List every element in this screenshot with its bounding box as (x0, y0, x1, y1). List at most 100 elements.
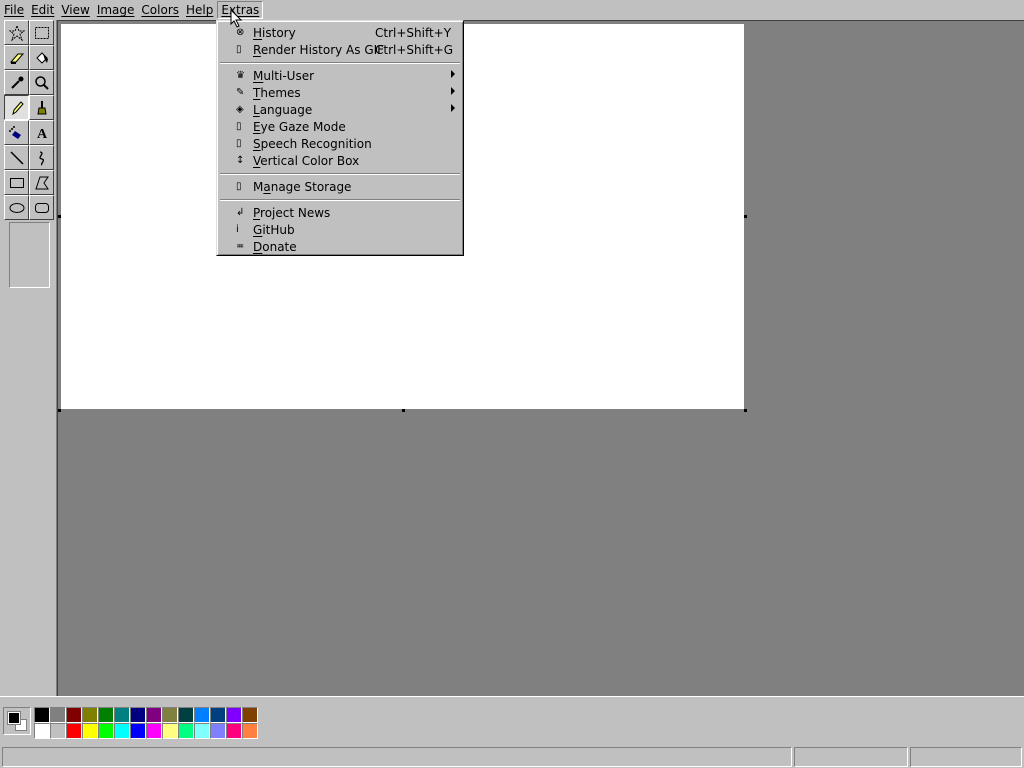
menu-help[interactable]: Help (183, 2, 216, 18)
curve-tool[interactable] (29, 145, 54, 170)
menu-image[interactable]: Image (94, 2, 138, 18)
color-swatch[interactable] (178, 707, 194, 723)
menu-item-label: Language (253, 102, 313, 117)
tool-options-box[interactable] (9, 222, 50, 288)
polygon-icon (34, 176, 49, 189)
resize-handle-right[interactable] (744, 215, 747, 218)
menu-item-language[interactable]: ◈ Language (219, 101, 461, 118)
brush-icon (36, 100, 47, 114)
eraser-icon (9, 53, 24, 64)
menu-edit[interactable]: Edit (28, 2, 57, 18)
color-swatch[interactable] (98, 707, 114, 723)
star-select-icon (8, 24, 25, 41)
polygon-tool[interactable] (29, 170, 54, 195)
menu-view[interactable]: View (58, 2, 92, 18)
menu-item-label: Themes (253, 85, 301, 100)
status-size (910, 747, 1022, 767)
menu-item-history[interactable]: ⊗ History Ctrl+Shift+Y (219, 24, 461, 41)
magnifier-tool[interactable] (29, 70, 54, 95)
ellipse-icon (9, 202, 24, 213)
menu-item-manage-storage[interactable]: ▯ Manage Storage (219, 178, 461, 195)
color-palette (34, 707, 258, 739)
menu-item-themes[interactable]: ✎ Themes (219, 84, 461, 101)
color-swatch[interactable] (146, 707, 162, 723)
rectangle-tool[interactable] (4, 170, 29, 195)
pencil-icon (11, 100, 24, 115)
mouse-cursor-icon (230, 9, 243, 28)
color-swatch[interactable] (50, 723, 66, 739)
color-swatch[interactable] (242, 723, 258, 739)
menu-item-label: Eye Gaze Mode (253, 119, 346, 134)
color-swatch[interactable] (194, 707, 210, 723)
airbrush-tool[interactable] (4, 120, 29, 145)
eye-icon: ▯ (236, 121, 242, 132)
color-swatch[interactable] (162, 723, 178, 739)
submenu-arrow-icon (451, 104, 455, 112)
text-tool[interactable]: A (29, 120, 54, 145)
status-text (2, 747, 792, 767)
color-swatch[interactable] (66, 723, 82, 739)
pick-color-tool[interactable] (4, 70, 29, 95)
vertical-arrows-icon: ↕ (236, 155, 245, 166)
menu-file[interactable]: File (1, 2, 27, 18)
svg-text:A: A (36, 127, 47, 141)
color-swatch[interactable] (242, 707, 258, 723)
menu-colors[interactable]: Colors (138, 2, 182, 18)
menu-item-project-news[interactable]: ↲ Project News (219, 204, 461, 221)
resize-handle-bottom[interactable] (402, 409, 405, 412)
fill-tool[interactable] (29, 45, 54, 70)
menu-item-multi-user[interactable]: ♛ Multi-User (219, 67, 461, 84)
status-position (794, 747, 908, 767)
color-swatch[interactable] (162, 707, 178, 723)
submenu-arrow-icon (451, 87, 455, 95)
color-swatch[interactable] (82, 723, 98, 739)
line-tool[interactable] (4, 145, 29, 170)
resize-handle-left (58, 215, 61, 218)
menu-item-github[interactable]: ⅰ GitHub (219, 221, 461, 238)
extras-menu: ⊗ History Ctrl+Shift+Y ▯ Render History As G… (216, 20, 464, 256)
color-swatch[interactable] (50, 707, 66, 723)
color-swatch[interactable] (34, 723, 50, 739)
rounded-rectangle-icon (34, 202, 49, 213)
color-swatch[interactable] (130, 723, 146, 739)
color-swatch[interactable] (130, 707, 146, 723)
eraser-tool[interactable] (4, 45, 29, 70)
color-swatch[interactable] (210, 707, 226, 723)
menu-item-eye-gaze-mode[interactable]: ▯ Eye Gaze Mode (219, 118, 461, 135)
menu-item-render-history-as-gif[interactable]: ▯ Render History As GIF Ctrl+Shift+G (219, 41, 461, 58)
github-icon: ⅰ (236, 224, 239, 235)
eyedropper-icon (10, 76, 23, 89)
rounded-rectangle-tool[interactable] (29, 195, 54, 220)
foreground-color (7, 711, 21, 725)
color-swatch[interactable] (194, 723, 210, 739)
color-swatch[interactable] (66, 707, 82, 723)
menu-item-donate[interactable]: ≖ Donate (219, 238, 461, 255)
storage-icon: ▯ (236, 181, 242, 192)
color-swatch[interactable] (114, 707, 130, 723)
brush-tool[interactable] (29, 95, 54, 120)
menu-separator (219, 169, 461, 178)
menu-item-vertical-color-box[interactable]: ↕ Vertical Color Box (219, 152, 461, 169)
select-tool[interactable] (29, 20, 54, 45)
color-swatch[interactable] (210, 723, 226, 739)
color-swatch[interactable] (146, 723, 162, 739)
donate-icon: ≖ (236, 241, 245, 252)
color-swatch[interactable] (178, 723, 194, 739)
menu-item-shortcut: Ctrl+Shift+Y (375, 25, 452, 40)
current-colors[interactable] (3, 707, 31, 735)
resize-handle-corner[interactable] (744, 409, 747, 412)
color-swatch[interactable] (34, 707, 50, 723)
resize-handle-bottom-left (58, 409, 61, 412)
submenu-arrow-icon (451, 70, 455, 78)
menu-item-label: Render History As GIF (253, 42, 385, 57)
menu-item-speech-recognition[interactable]: ▯ Speech Recognition (219, 135, 461, 152)
color-swatch[interactable] (226, 723, 242, 739)
color-swatch[interactable] (114, 723, 130, 739)
color-swatch[interactable] (98, 723, 114, 739)
color-swatch[interactable] (82, 707, 98, 723)
free-form-select-tool[interactable] (4, 20, 29, 45)
ellipse-tool[interactable] (4, 195, 29, 220)
paint-bucket-icon (35, 51, 48, 64)
pencil-tool[interactable] (4, 95, 29, 120)
color-swatch[interactable] (226, 707, 242, 723)
